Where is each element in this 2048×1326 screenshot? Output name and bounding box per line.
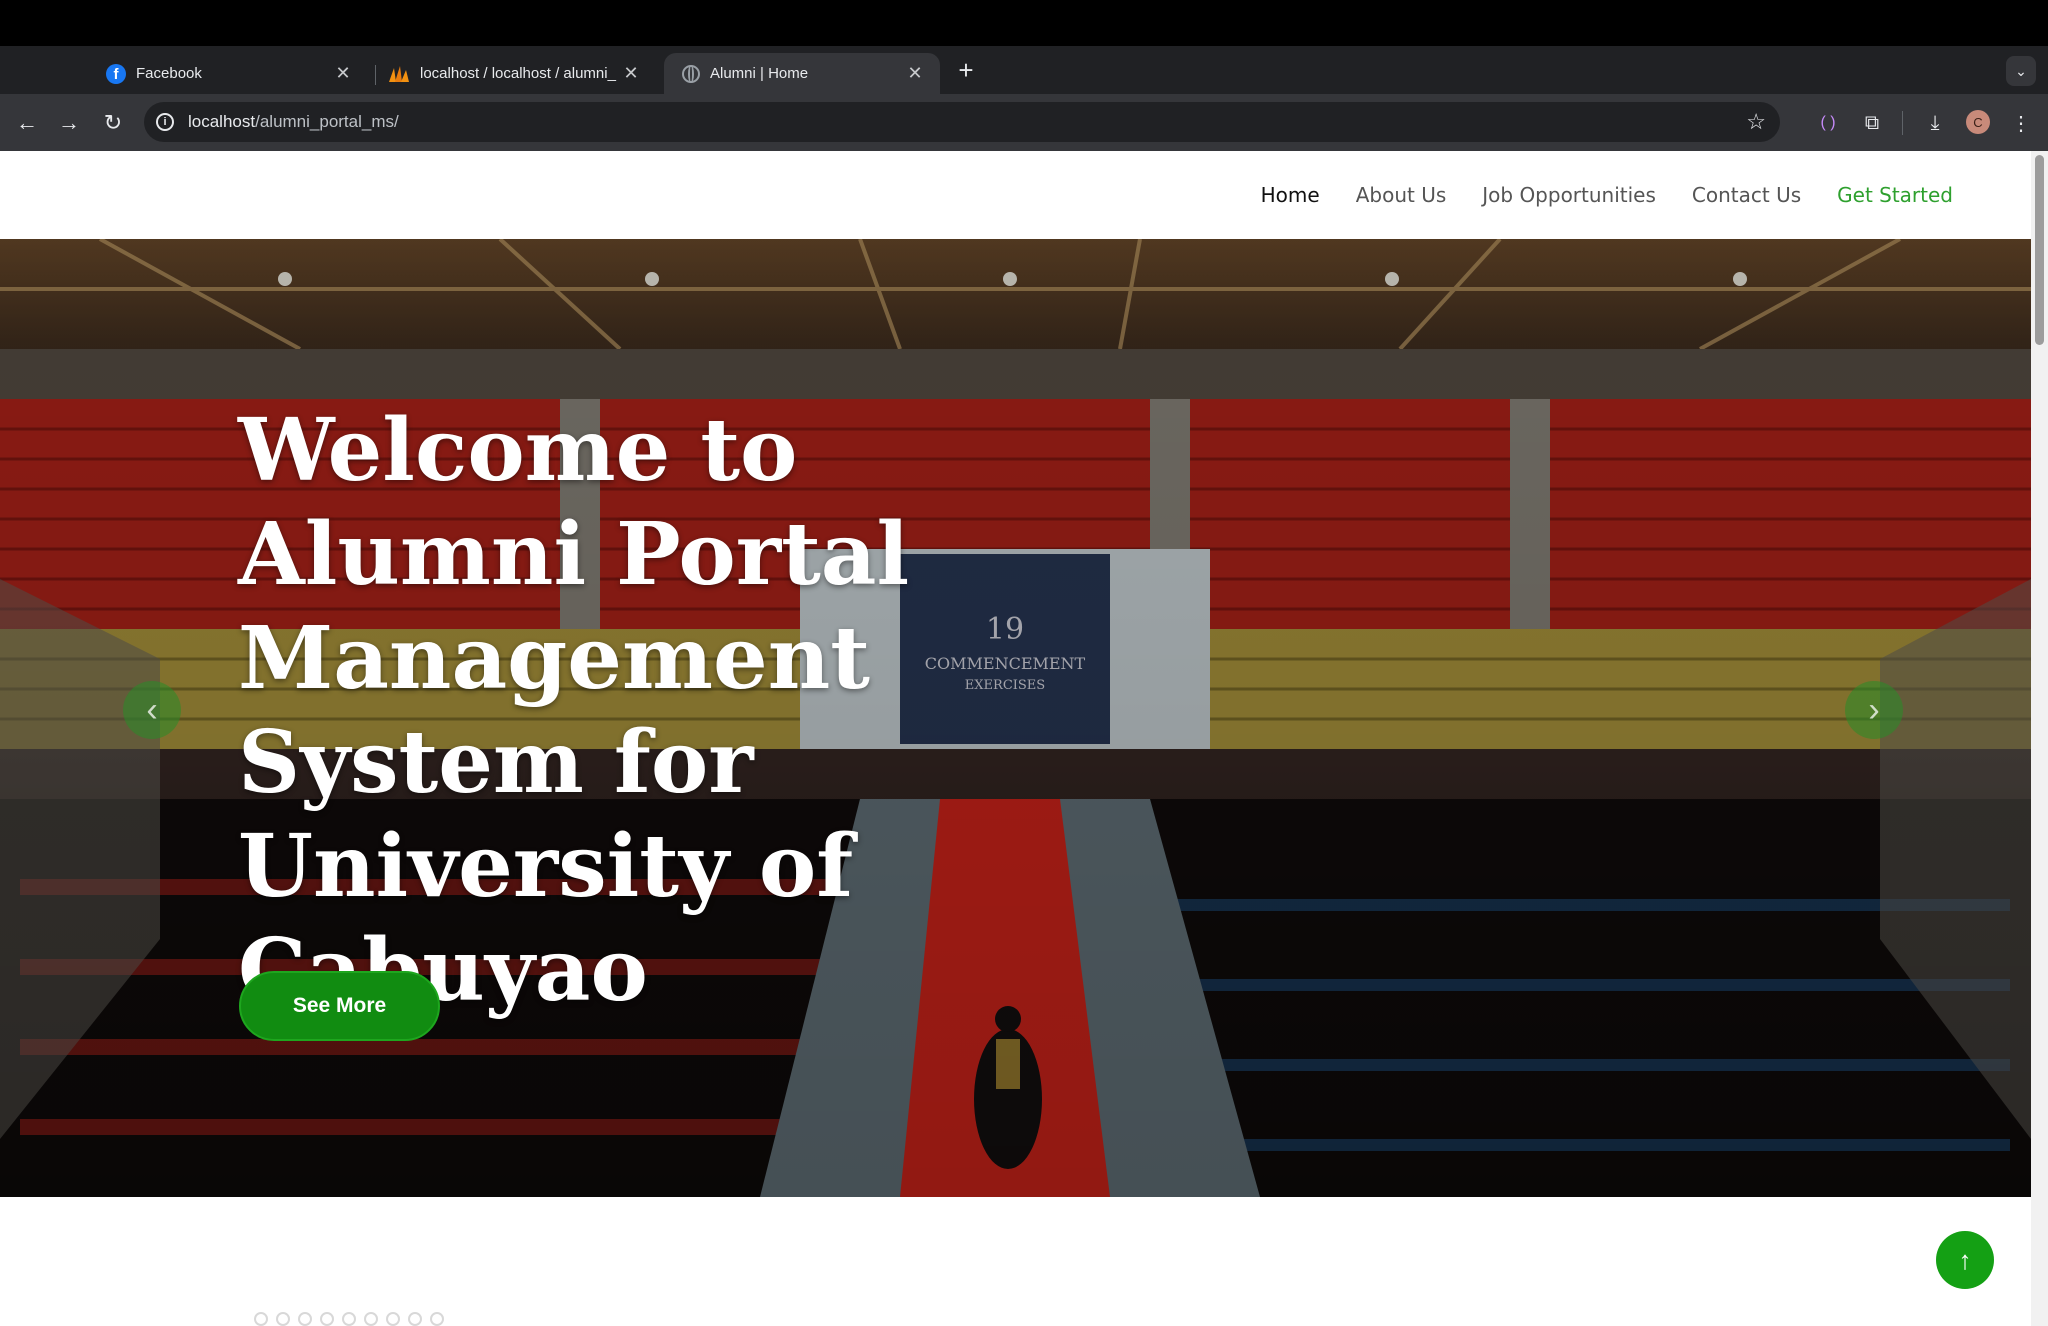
facebook-icon: f xyxy=(106,63,126,84)
main-nav: Home About Us Job Opportunities Contact … xyxy=(1261,151,1953,239)
forward-arrow-icon[interactable]: → xyxy=(54,108,84,138)
extensions-puzzle-icon[interactable]: ⧉ xyxy=(1857,108,1887,138)
new-tab-plus-icon[interactable]: + xyxy=(952,55,980,85)
see-more-button[interactable]: See More xyxy=(239,971,440,1041)
menu-kebab-icon[interactable]: ⋮ xyxy=(2006,108,2036,138)
tab-alumni-home[interactable]: Alumni | Home ✕ xyxy=(664,53,940,94)
download-icon[interactable]: ⤓ xyxy=(1920,108,1950,138)
address-bar[interactable]: i localhost/alumni_portal_ms/ ☆ xyxy=(144,102,1780,142)
web-page: Home About Us Job Opportunities Contact … xyxy=(0,151,2048,1326)
profile-avatar[interactable]: C xyxy=(1966,110,1990,134)
hero-carousel: 19 COMMENCEMENT EXERCISES xyxy=(0,239,2031,1197)
phpmyadmin-icon xyxy=(389,65,409,82)
carousel-prev-chevron-left-icon[interactable]: ‹ xyxy=(123,681,181,739)
tab-title: Facebook xyxy=(136,65,202,82)
reload-icon[interactable]: ↻ xyxy=(98,108,128,138)
toolbar-divider xyxy=(1902,111,1903,135)
nav-job-opportunities[interactable]: Job Opportunities xyxy=(1482,183,1656,207)
tab-facebook[interactable]: f Facebook ✕ xyxy=(88,53,368,94)
close-icon[interactable]: ✕ xyxy=(904,63,926,85)
tab-search-chevron-icon[interactable]: ⌄ xyxy=(2006,56,2036,86)
close-icon[interactable]: ✕ xyxy=(332,63,354,85)
tab-strip: f Facebook ✕ localhost / localhost / alu… xyxy=(0,46,2048,94)
scroll-to-top-arrow-up-icon[interactable]: ↑ xyxy=(1936,1231,1994,1289)
window-titlebar xyxy=(0,0,2048,46)
nav-contact-us[interactable]: Contact Us xyxy=(1692,183,1801,207)
tab-title: Alumni | Home xyxy=(710,65,809,82)
site-info-icon[interactable]: i xyxy=(156,113,174,131)
page-scrollbar[interactable] xyxy=(2031,151,2048,1326)
close-icon[interactable]: ✕ xyxy=(620,63,642,85)
globe-icon xyxy=(682,64,700,83)
site-header: Home About Us Job Opportunities Contact … xyxy=(0,151,2031,239)
tab-title: localhost / localhost / alumni_ xyxy=(420,65,616,82)
nav-about-us[interactable]: About Us xyxy=(1356,183,1447,207)
carousel-next-chevron-right-icon[interactable]: › xyxy=(1845,681,1903,739)
decorative-dots xyxy=(254,1312,444,1326)
hero-title: Welcome to Alumni Portal Management Syst… xyxy=(238,400,910,1021)
nav-get-started[interactable]: Get Started xyxy=(1837,183,1953,207)
scrollbar-thumb[interactable] xyxy=(2035,155,2044,345)
bookmark-star-icon[interactable]: ☆ xyxy=(1746,109,1766,135)
back-arrow-icon[interactable]: ← xyxy=(12,108,42,138)
url-text: localhost/alumni_portal_ms/ xyxy=(188,112,399,131)
nav-home[interactable]: Home xyxy=(1261,183,1320,207)
tab-phpmyadmin[interactable]: localhost / localhost / alumni_ ✕ xyxy=(370,53,656,94)
browser-toolbar: ← → ↻ i localhost/alumni_portal_ms/ ☆ ( … xyxy=(0,94,2048,151)
extension-brackets-icon[interactable]: ( ) xyxy=(1813,108,1843,138)
